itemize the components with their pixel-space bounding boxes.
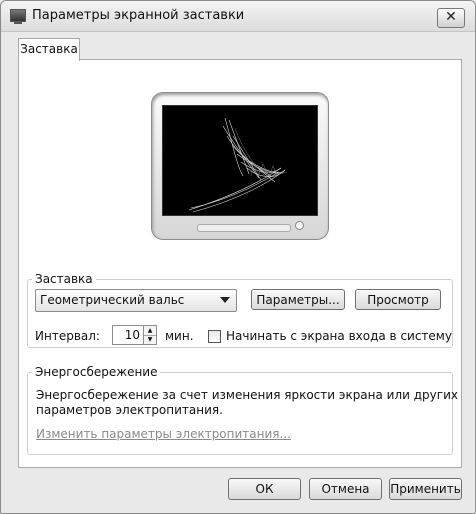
power-indicator-icon — [295, 221, 304, 230]
screensaver-group-label: Заставка — [35, 272, 93, 286]
logon-checkbox[interactable] — [208, 330, 221, 343]
monitor-icon — [10, 9, 26, 24]
window-title: Параметры экранной заставки — [32, 8, 245, 23]
interval-unit: мин. — [165, 329, 194, 343]
spin-down-icon[interactable]: ▼ — [144, 335, 156, 344]
close-icon: ✕ — [445, 9, 457, 25]
preview-screen — [162, 105, 318, 216]
settings-button[interactable]: Параметры... — [251, 289, 345, 310]
screensaver-select[interactable]: Геометрический вальс — [35, 289, 237, 312]
apply-button[interactable]: Применить — [389, 478, 462, 500]
interval-input[interactable]: 10 — [112, 325, 144, 345]
screensaver-preview-image — [188, 117, 288, 213]
tab-panel: Заставка Геометрический вальс Параметры.… — [18, 59, 462, 468]
power-description-line2: параметров электропитания. — [36, 403, 223, 417]
preview-button[interactable]: Просмотр — [355, 289, 441, 310]
tab-screensaver[interactable]: Заставка — [18, 38, 80, 61]
screensaver-select-value: Геометрический вальс — [40, 293, 185, 307]
cancel-button[interactable]: Отмена — [309, 478, 382, 500]
screensaver-settings-window: Параметры экранной заставки ✕ Заставка З… — [0, 0, 476, 514]
logon-checkbox-label[interactable]: Начинать с экрана входа в систему — [226, 329, 452, 343]
interval-label: Интервал: — [35, 329, 100, 343]
close-button[interactable]: ✕ — [437, 8, 465, 28]
ok-button[interactable]: ОК — [228, 478, 301, 500]
chevron-down-icon — [220, 297, 230, 303]
power-settings-link[interactable]: Изменить параметры электропитания... — [36, 427, 291, 441]
title-bar: Параметры экранной заставки ✕ — [1, 1, 475, 32]
monitor-slot — [197, 224, 291, 232]
power-group-label: Энергосбережение — [35, 365, 158, 379]
power-description-line1: Энергосбережение за счет изменения яркос… — [36, 388, 458, 402]
interval-stepper[interactable]: ▲ ▼ — [144, 325, 157, 345]
monitor-preview — [151, 92, 329, 240]
